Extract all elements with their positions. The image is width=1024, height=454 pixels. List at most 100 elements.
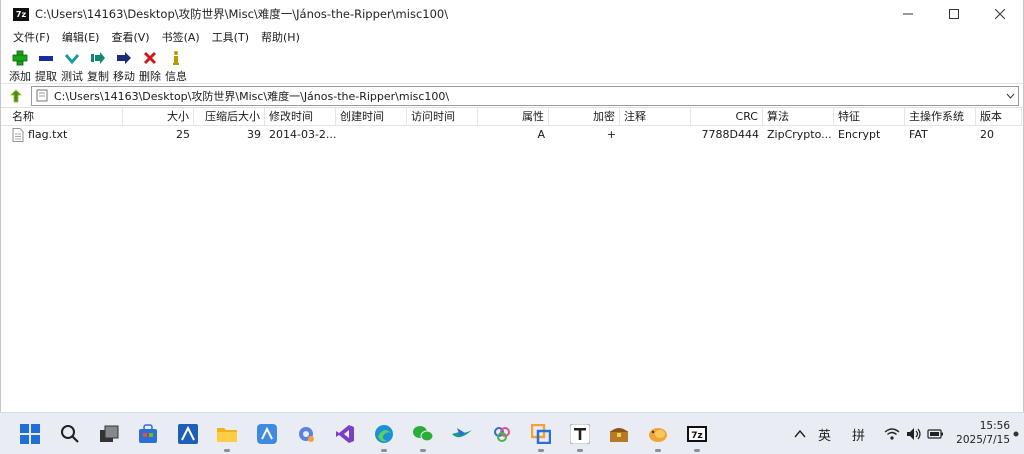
- search-icon: [61, 425, 79, 443]
- vmware-app[interactable]: [529, 422, 553, 446]
- task-view-button[interactable]: [97, 422, 121, 446]
- notification-dot-icon: [1013, 431, 1019, 437]
- extract-button[interactable]: 提取: [33, 49, 59, 84]
- file-name-cell: flag.txt: [8, 126, 123, 143]
- system-clock[interactable]: 15:56 2025/7/15: [956, 419, 1010, 447]
- close-icon: [995, 9, 1005, 19]
- delete-button[interactable]: 删除: [137, 49, 163, 84]
- window-controls: [885, 0, 1023, 28]
- file-host-os: FAT: [909, 128, 928, 141]
- menu-tools[interactable]: 工具(T): [206, 29, 255, 45]
- vmware-icon: [531, 424, 551, 444]
- close-button[interactable]: [977, 0, 1023, 28]
- delete-x-icon: [143, 51, 157, 65]
- menu-bookmarks[interactable]: 书签(A): [156, 29, 206, 45]
- notification-button[interactable]: [1010, 422, 1022, 446]
- azure-app[interactable]: [176, 422, 200, 446]
- file-explorer-app[interactable]: [215, 422, 239, 446]
- column-packed-size[interactable]: 压缩后大小: [194, 108, 265, 126]
- settings-app[interactable]: [294, 422, 318, 446]
- 7zip-taskbar-app[interactable]: 7z: [685, 422, 709, 446]
- window-title: C:\Users\14163\Desktop\攻防世界\Misc\难度一\Ján…: [35, 7, 449, 21]
- battery-icon: [927, 429, 943, 439]
- info-label: 信息: [165, 70, 187, 83]
- running-indicator: [420, 449, 426, 452]
- column-attributes[interactable]: 属性: [478, 108, 549, 126]
- ime-language-indicator[interactable]: 英: [818, 425, 831, 444]
- cloud-app-icon: [494, 427, 510, 442]
- maximize-button[interactable]: [931, 0, 977, 28]
- maximize-icon: [949, 9, 959, 19]
- column-method[interactable]: 算法: [763, 108, 834, 126]
- menu-file[interactable]: 文件(F): [7, 29, 56, 45]
- ime-mode-indicator[interactable]: 拼: [852, 425, 865, 444]
- column-size[interactable]: 大小: [123, 108, 194, 126]
- chevron-up-icon: [794, 430, 806, 438]
- move-arrow-icon: [117, 52, 131, 64]
- up-folder-button[interactable]: [7, 87, 25, 105]
- test-button[interactable]: 测试: [59, 49, 85, 84]
- minus-icon: [39, 56, 53, 61]
- column-modified[interactable]: 修改时间: [265, 108, 336, 126]
- column-comment[interactable]: 注释: [620, 108, 691, 126]
- add-label: 添加: [9, 70, 31, 83]
- title-bar: 7z C:\Users\14163\Desktop\攻防世界\Misc\难度一\…: [1, 0, 1023, 28]
- start-button[interactable]: [18, 422, 42, 446]
- running-indicator: [538, 449, 544, 452]
- chevron-down-icon: [1006, 93, 1014, 99]
- column-version[interactable]: 版本: [976, 108, 1022, 126]
- search-button[interactable]: [58, 422, 82, 446]
- file-attributes: A: [537, 128, 545, 141]
- address-input[interactable]: C:\Users\14163\Desktop\攻防世界\Misc\难度一\Ján…: [31, 85, 1019, 106]
- volume-button[interactable]: [902, 422, 926, 446]
- menu-view[interactable]: 查看(V): [105, 29, 155, 45]
- menu-edit[interactable]: 编辑(E): [56, 29, 106, 45]
- network-button[interactable]: [880, 422, 904, 446]
- column-accessed[interactable]: 访问时间: [407, 108, 478, 126]
- column-host-os[interactable]: 主操作系统: [905, 108, 976, 126]
- column-characteristics[interactable]: 特征: [834, 108, 905, 126]
- arrow-app-icon: [257, 424, 277, 444]
- address-dropdown-button[interactable]: [1002, 93, 1018, 99]
- copy-button[interactable]: 复制: [85, 49, 111, 84]
- store-app[interactable]: [136, 422, 160, 446]
- feishu-app[interactable]: [450, 422, 474, 446]
- add-button[interactable]: 添加: [7, 49, 33, 84]
- column-created[interactable]: 创建时间: [336, 108, 407, 126]
- windows-logo-icon: [20, 424, 40, 444]
- typora-text-app[interactable]: [568, 422, 592, 446]
- 7zip-icon-label: 7z: [691, 431, 703, 441]
- delete-label: 删除: [139, 70, 161, 83]
- show-hidden-icons-button[interactable]: [788, 422, 812, 446]
- azure-studio-icon: [178, 424, 198, 444]
- visual-studio-app[interactable]: [333, 422, 357, 446]
- visual-studio-icon: [336, 425, 354, 443]
- edge-app[interactable]: [372, 422, 396, 446]
- running-indicator: [577, 449, 583, 452]
- battery-button[interactable]: [924, 422, 948, 446]
- menu-bar: 文件(F) 编辑(E) 查看(V) 书签(A) 工具(T) 帮助(H): [1, 28, 1023, 46]
- file-list-header: 名称 大小 压缩后大小 修改时间 创建时间 访问时间 属性 加密 注释 CRC …: [1, 108, 1023, 126]
- meeting-app[interactable]: [490, 422, 514, 446]
- treasure-chest-icon: [610, 428, 628, 442]
- menu-help[interactable]: 帮助(H): [255, 29, 306, 45]
- gear-icon: [299, 427, 314, 442]
- 7zip-app-icon: 7z: [13, 7, 29, 21]
- minimize-button[interactable]: [885, 0, 931, 28]
- column-crc[interactable]: CRC: [691, 108, 763, 126]
- info-button[interactable]: 信息: [163, 49, 189, 84]
- table-row[interactable]: flag.txt 25 39 2014-03-2... A + 7788D444…: [1, 126, 1023, 143]
- game-app[interactable]: [607, 422, 631, 446]
- address-bar: C:\Users\14163\Desktop\攻防世界\Misc\难度一\Ján…: [1, 84, 1023, 108]
- check-down-icon: [64, 54, 80, 65]
- wechat-app[interactable]: [411, 422, 435, 446]
- move-button[interactable]: 移动: [111, 49, 137, 84]
- column-encrypted[interactable]: 加密: [549, 108, 620, 126]
- column-name[interactable]: 名称: [8, 108, 123, 126]
- toolbar: 添加 提取 测试 复制 移动 删除 信息: [1, 46, 1023, 84]
- minimize-icon: [903, 13, 913, 15]
- t-letter-icon: [570, 424, 590, 444]
- typora-app[interactable]: [255, 422, 279, 446]
- running-indicator: [224, 449, 230, 452]
- snail-app[interactable]: [646, 422, 670, 446]
